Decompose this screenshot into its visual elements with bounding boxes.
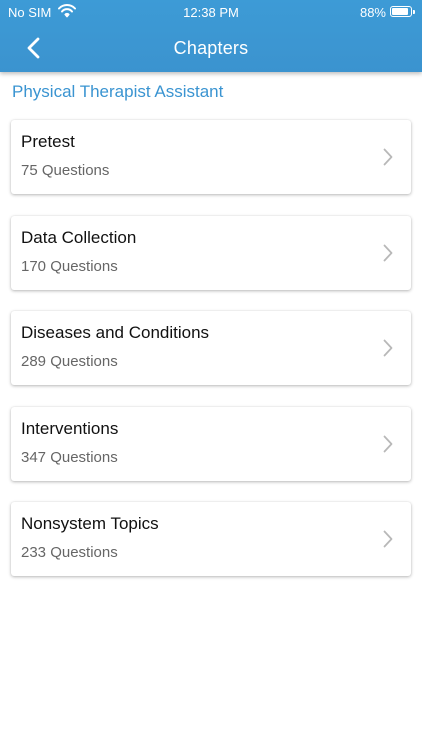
chevron-right-icon [383,148,393,166]
chapter-title: Nonsystem Topics [21,514,159,533]
page-title: Chapters [173,38,249,58]
chapter-title: Pretest [21,132,75,151]
chapter-question-count: 233 Questions [21,544,118,561]
chevron-right-icon [383,339,393,357]
chapter-question-count: 75 Questions [21,162,110,179]
nav-bar: Chapters [0,24,422,72]
app-header: No SIM 12:38 PM 88% Chapters [0,0,422,72]
chapter-title: Data Collection [21,227,137,247]
battery-fill [392,8,408,15]
chapter-card-diseases-and-conditions[interactable]: Diseases and Conditions 289 Questions [11,311,411,385]
chapter-card-nonsystem-topics[interactable]: Nonsystem Topics 233 Questions [11,502,411,576]
chevron-right-icon [383,244,393,262]
chapter-question-count: 347 Questions [21,448,118,466]
chapter-card-pretest[interactable]: Pretest 75 Questions [11,120,411,194]
chapter-question-count: 289 Questions [21,353,118,370]
battery-percentage: 88% [359,5,386,20]
chapter-card-interventions[interactable]: Interventions 347 Questions [11,406,411,481]
clock: 12:38 PM [183,5,239,20]
section-title: Physical Therapist Assistant [12,82,224,101]
chevron-right-icon [383,530,393,548]
battery-nub [413,10,415,14]
chapter-question-count: 170 Questions [21,257,118,275]
chapter-title: Interventions [21,418,119,438]
chapter-card-data-collection[interactable]: Data Collection 170 Questions [11,215,411,290]
chapter-title: Diseases and Conditions [21,323,210,342]
chevron-right-icon [383,435,393,453]
chapter-list: Pretest 75 Questions Data Collection 170… [11,120,411,598]
status-bar: No SIM 12:38 PM 88% [0,0,422,24]
battery-icon [390,6,415,17]
